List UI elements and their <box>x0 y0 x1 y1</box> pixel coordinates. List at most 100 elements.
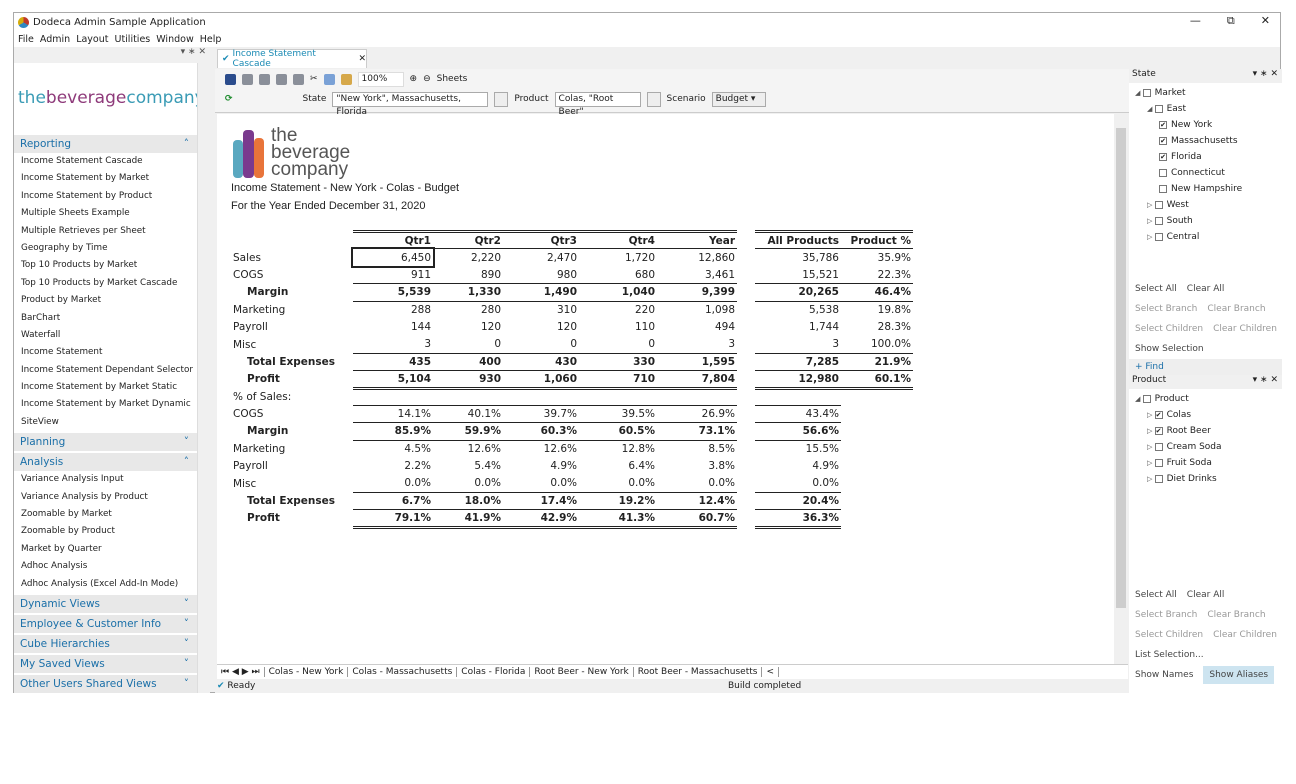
sidebar-item[interactable]: Income Statement Cascade <box>14 153 197 170</box>
menu-file[interactable]: File <box>18 34 34 45</box>
cell[interactable]: 60.7% <box>657 509 737 529</box>
cell[interactable]: 39.5% <box>579 405 657 424</box>
sheets-menu[interactable]: Sheets <box>437 74 468 84</box>
cell[interactable]: 2,220 <box>433 249 503 266</box>
cell[interactable]: 4.9% <box>755 458 841 475</box>
cell[interactable]: 3.8% <box>657 458 737 475</box>
select-branch-link[interactable]: Select Branch <box>1135 304 1197 314</box>
cell[interactable]: 1,060 <box>503 370 579 390</box>
menu-utilities[interactable]: Utilities <box>114 34 150 45</box>
cell[interactable]: 43.4% <box>755 405 841 424</box>
cell[interactable]: 2,470 <box>503 249 579 266</box>
select-children-link[interactable]: Select Children <box>1135 630 1203 640</box>
product-selector[interactable]: Colas, "Root Beer" <box>554 91 641 117</box>
cell[interactable]: 41.9% <box>433 509 503 529</box>
cell[interactable]: 15.5% <box>755 440 841 457</box>
sidebar-item[interactable]: Variance Analysis by Product <box>14 489 197 506</box>
cell[interactable]: 890 <box>433 266 503 285</box>
expand-icon[interactable]: ◢ <box>1135 89 1143 97</box>
cell[interactable]: 120 <box>433 318 503 335</box>
cell[interactable]: 6.4% <box>579 458 657 475</box>
cell[interactable]: 494 <box>657 318 737 335</box>
tree-node[interactable]: ▷ ✔ Colas <box>1129 407 1282 423</box>
sidebar-item[interactable]: Waterfall <box>14 327 197 344</box>
tree-node[interactable]: ✔ Florida <box>1129 149 1282 165</box>
tree-node[interactable]: ▷ South <box>1129 213 1282 229</box>
cell[interactable]: 220 <box>579 301 657 318</box>
panel-controls-icon[interactable]: ▾ ∗ ✕ <box>1253 375 1278 389</box>
select-all-link[interactable]: Select All <box>1135 590 1177 600</box>
tree-node[interactable]: New Hampshire <box>1129 181 1282 197</box>
zoom-out-icon[interactable]: ⊖ <box>423 74 431 84</box>
cell[interactable]: 6.7% <box>353 492 433 511</box>
cell[interactable]: 19.8% <box>841 301 913 318</box>
state-button[interactable] <box>494 91 509 107</box>
cell[interactable]: 26.9% <box>657 405 737 424</box>
cell[interactable]: 5,539 <box>353 283 433 302</box>
collapse-icon[interactable]: ▷ <box>1147 459 1155 467</box>
cell[interactable]: 2.2% <box>353 458 433 475</box>
sidebar-item[interactable]: Adhoc Analysis <box>14 558 197 575</box>
cell[interactable]: 15,521 <box>755 266 841 285</box>
cell[interactable]: 18.0% <box>433 492 503 511</box>
cell[interactable]: 0.0% <box>657 474 737 493</box>
zoom-select[interactable]: 100% <box>357 71 404 87</box>
scroll-thumb[interactable] <box>1116 128 1126 608</box>
sidebar-item[interactable]: Market by Quarter <box>14 541 197 558</box>
collapse-icon[interactable]: ▷ <box>1147 427 1155 435</box>
sidebar-item[interactable]: Product by Market <box>14 292 197 309</box>
sidebar-item[interactable]: Zoomable by Market <box>14 506 197 523</box>
tree-node[interactable]: Connecticut <box>1129 165 1282 181</box>
cell[interactable]: 17.4% <box>503 492 579 511</box>
checkbox[interactable] <box>1154 458 1163 467</box>
cell[interactable]: 5,104 <box>353 370 433 390</box>
cell[interactable]: 0.0% <box>353 474 433 493</box>
cell[interactable]: 4.9% <box>503 458 579 475</box>
cut-icon[interactable]: ✂ <box>310 74 318 84</box>
checkbox[interactable]: ✔ <box>1154 426 1163 435</box>
sidebar-item[interactable]: SiteView <box>14 414 197 431</box>
cell[interactable]: 3 <box>755 335 841 354</box>
refresh-icon[interactable]: ⟳ <box>225 94 233 104</box>
sidebar-section-other-users-shared-views[interactable]: Other Users Shared Views ˅ <box>14 674 197 693</box>
cell[interactable]: 680 <box>579 266 657 285</box>
cell[interactable]: 1,595 <box>657 353 737 372</box>
checkbox[interactable]: ✔ <box>1154 410 1163 419</box>
zoom-in-icon[interactable]: ⊕ <box>410 74 418 84</box>
spreadsheet[interactable]: the beverage company Income Statement - Ne… <box>217 114 1114 664</box>
sidebar-item[interactable]: Income Statement by Market Dynamic <box>14 396 197 413</box>
checkbox[interactable] <box>1142 394 1151 403</box>
cell[interactable]: 288 <box>353 301 433 318</box>
cell[interactable]: 0.0% <box>433 474 503 493</box>
panel-controls-icon[interactable]: ▾ ∗ ✕ <box>1253 69 1278 83</box>
tree-node[interactable]: ▷ Diet Drinks <box>1129 471 1282 487</box>
cell[interactable]: 7,804 <box>657 370 737 390</box>
checkbox[interactable] <box>1154 232 1163 241</box>
sidebar-item[interactable]: Geography by Time <box>14 240 197 257</box>
cell[interactable]: 0 <box>433 335 503 354</box>
state-selector[interactable]: "New York", Massachusetts, Florida <box>332 91 489 117</box>
sidebar-item[interactable]: Multiple Retrieves per Sheet <box>14 223 197 240</box>
cell[interactable]: 35.9% <box>841 249 913 266</box>
cell[interactable]: 430 <box>503 353 579 372</box>
clear-all-link[interactable]: Clear All <box>1187 590 1225 600</box>
sheet-tab[interactable]: Colas - Massachusetts <box>348 667 458 677</box>
show-names-button[interactable]: Show Names <box>1129 670 1193 680</box>
sheet-view-icon[interactable] <box>276 73 287 85</box>
cell[interactable]: 12.4% <box>657 492 737 511</box>
sidebar-item[interactable]: Income Statement by Market Static <box>14 379 197 396</box>
menu-layout[interactable]: Layout <box>76 34 108 45</box>
sidebar-item[interactable]: Income Statement by Product <box>14 188 197 205</box>
sidebar-item[interactable]: BarChart <box>14 310 197 327</box>
cell[interactable]: 0.0% <box>579 474 657 493</box>
minimize-icon[interactable]: — <box>1190 14 1201 28</box>
paste-icon[interactable] <box>340 73 352 85</box>
collapse-icon[interactable]: ▷ <box>1147 411 1155 419</box>
sheet-refresh-icon[interactable] <box>293 73 304 85</box>
sheet-tab[interactable]: Root Beer - New York <box>530 667 634 677</box>
tree-node[interactable]: ▷ ✔ Root Beer <box>1129 423 1282 439</box>
sidebar-section-employee-customer-info[interactable]: Employee & Customer Info ˅ <box>14 614 197 633</box>
expand-icon[interactable]: ◢ <box>1147 105 1155 113</box>
checkbox[interactable] <box>1154 216 1163 225</box>
sidebar-item[interactable]: Income Statement Dependant Selector <box>14 362 197 379</box>
